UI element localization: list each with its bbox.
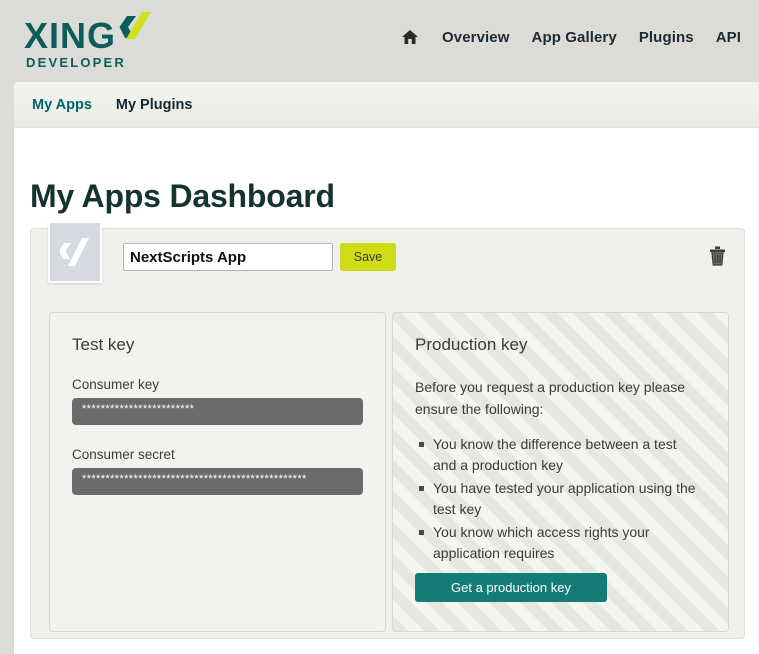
xing-x-icon	[60, 238, 89, 266]
home-icon-glyph	[402, 30, 418, 44]
sidebar-item-my-plugins[interactable]: My Plugins	[116, 97, 193, 113]
page-title: My Apps Dashboard	[30, 178, 335, 214]
get-production-key-button[interactable]: Get a production key	[415, 573, 607, 602]
trash-icon	[709, 246, 725, 266]
main-content: My Apps Dashboard Save	[14, 128, 759, 654]
consumer-key-value: ************************	[82, 403, 195, 415]
list-item: You have tested your application using t…	[419, 478, 702, 520]
nav-item-app-gallery[interactable]: App Gallery	[532, 29, 617, 46]
home-icon[interactable]	[400, 27, 420, 47]
consumer-key-label: Consumer key	[72, 377, 160, 392]
svg-text:DEVELOPER: DEVELOPER	[26, 55, 126, 70]
app-header-row: Save	[31, 221, 744, 295]
consumer-key-field[interactable]: ************************	[72, 398, 363, 425]
nav-item-api[interactable]: API	[716, 29, 741, 46]
xing-app-icon[interactable]	[48, 221, 102, 283]
sidebar-item-my-apps[interactable]: My Apps	[32, 97, 92, 113]
consumer-secret-label: Consumer secret	[72, 447, 175, 462]
consumer-secret-value: ****************************************…	[82, 473, 307, 485]
nav-item-plugins[interactable]: Plugins	[639, 29, 694, 46]
xing-logo-icon: XING DEVELOPER	[24, 12, 151, 70]
key-panels-row: Test key Consumer key ******************…	[49, 312, 729, 632]
consumer-secret-field[interactable]: ****************************************…	[72, 468, 363, 495]
top-header: XING DEVELOPER Overview App Gallery Plug…	[0, 0, 759, 82]
nav-item-overview[interactable]: Overview	[442, 29, 510, 46]
svg-text:XING: XING	[24, 15, 116, 56]
test-key-title: Test key	[72, 335, 135, 354]
list-item: You know which access rights your applic…	[419, 522, 702, 564]
xing-developer-logo[interactable]: XING DEVELOPER	[24, 12, 154, 70]
delete-app-button[interactable]	[706, 243, 728, 269]
test-key-panel: Test key Consumer key ******************…	[49, 312, 386, 632]
app-name-input[interactable]	[123, 243, 333, 271]
production-key-title: Production key	[415, 335, 528, 354]
app-card: Save Test key Consumer key	[30, 221, 745, 639]
production-requirements-list: You know the difference between a test a…	[393, 420, 728, 564]
main-navigation: Overview App Gallery Plugins API Meet	[400, 27, 759, 47]
production-key-panel: Production key Before you request a prod…	[392, 312, 729, 632]
list-item: You know the difference between a test a…	[419, 434, 702, 476]
save-button[interactable]: Save	[340, 243, 396, 271]
production-intro-text: Before you request a production key plea…	[415, 379, 686, 417]
consumer-key-block: Consumer key ************************ Co…	[50, 377, 385, 495]
sub-navigation: My Apps My Plugins	[14, 82, 759, 128]
